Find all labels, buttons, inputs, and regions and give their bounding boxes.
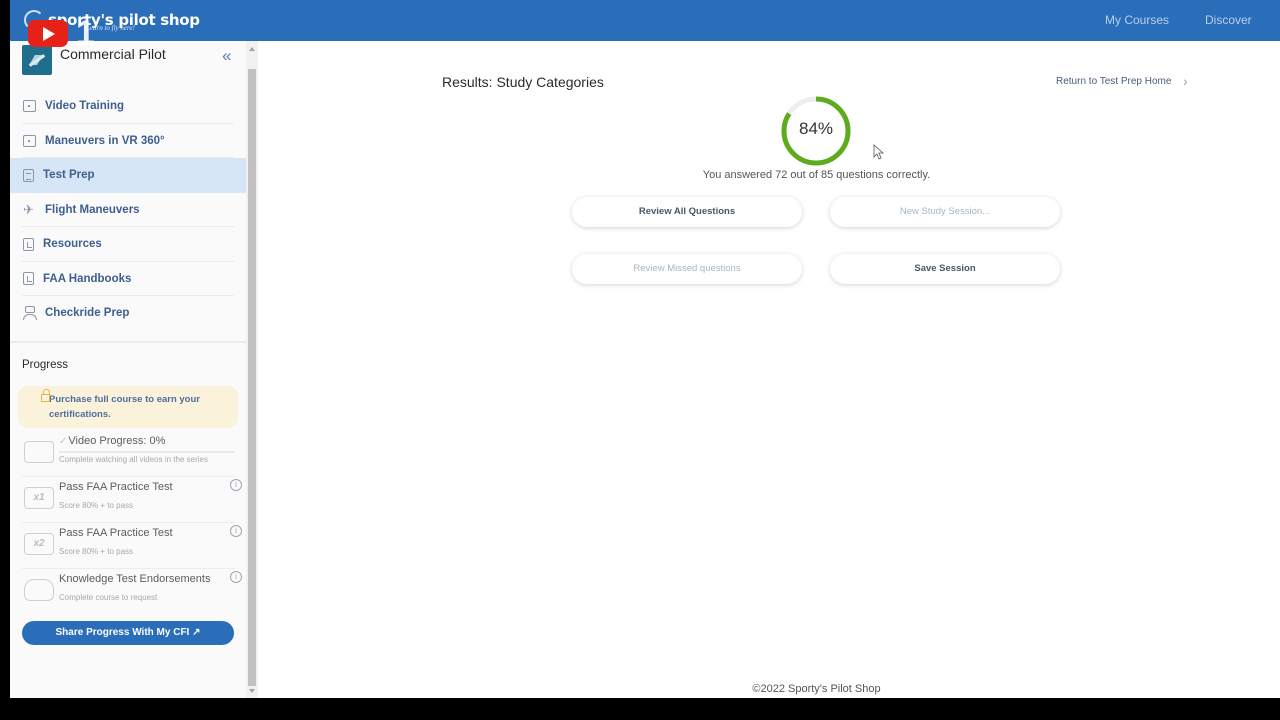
wings-badge-icon <box>24 579 54 601</box>
sidebar-item-flight-maneuvers[interactable]: ✈ Flight Maneuvers <box>10 193 246 227</box>
video-progress-icon <box>24 441 54 463</box>
progress-row-endorsements: Knowledge Test Endorsements Complete cou… <box>22 569 242 615</box>
sidebar: Commercial Pilot « Video Training Maneuv… <box>10 41 246 698</box>
notice-line-2: certifications. <box>49 409 111 420</box>
x1-badge-icon: x1 <box>24 487 54 509</box>
progress-title: Video Progress: 0% <box>68 435 166 447</box>
progress-row-video: ✓Video Progress: 0% Complete watching al… <box>22 431 236 477</box>
scroll-down-arrow-icon[interactable] <box>249 689 255 693</box>
nav-discover[interactable]: Discover <box>1205 13 1252 27</box>
sidebar-item-label: Checkride Prep <box>45 307 130 320</box>
airplane-icon: ✈ <box>23 201 34 217</box>
sidebar-scrollbar[interactable] <box>246 41 258 698</box>
x2-badge-icon: x2 <box>24 533 54 555</box>
progress-title: Knowledge Test Endorsements <box>59 573 211 585</box>
sidebar-item-resources[interactable]: Resources <box>10 227 246 262</box>
play-box-icon <box>23 134 36 147</box>
sidebar-item-test-prep[interactable]: Test Prep <box>10 158 246 193</box>
pdf-icon <box>23 237 34 251</box>
sidebar-menu: Video Training Maneuvers in VR 360° Test… <box>10 89 246 331</box>
sidebar-item-label: Maneuvers in VR 360° <box>45 134 165 147</box>
pdf-icon <box>23 272 34 286</box>
score-percent: 84% <box>798 119 834 138</box>
progress-title: Pass FAA Practice Test <box>59 481 173 493</box>
course-thumbnail <box>22 45 52 75</box>
footer-copyright: ©2022 Sporty's Pilot Shop <box>752 683 881 695</box>
chevron-right-icon[interactable]: › <box>1183 73 1188 89</box>
progress-title: Pass FAA Practice Test <box>59 527 173 539</box>
course-header: Commercial Pilot « <box>22 45 242 79</box>
sidebar-item-label: Resources <box>43 238 102 251</box>
sidebar-item-video-training[interactable]: Video Training <box>10 89 246 124</box>
progress-subtitle: Score 80% + to pass <box>59 501 134 510</box>
progress-row-practice-test-2: x2 Pass FAA Practice Test Score 80% + to… <box>22 523 242 569</box>
scroll-up-arrow-icon[interactable] <box>249 47 255 51</box>
progress-row-practice-test-1: x1 Pass FAA Practice Test Score 80% + to… <box>22 477 242 523</box>
video-frame: sporty's pilot shop Learn to fly here! M… <box>0 0 1280 720</box>
save-session-button[interactable]: Save Session <box>830 254 1060 284</box>
info-icon[interactable]: i <box>230 479 242 491</box>
mouse-cursor-icon <box>873 144 885 160</box>
lock-icon <box>41 389 50 402</box>
page-title: Results: Study Categories <box>442 74 604 90</box>
purchase-notice: Purchase full course to earn your certif… <box>18 386 238 428</box>
sidebar-item-label: Test Prep <box>43 169 95 182</box>
scrollbar-thumb[interactable] <box>248 69 256 686</box>
sidebar-item-checkride-prep[interactable]: Checkride Prep <box>10 296 246 331</box>
play-box-icon <box>23 100 36 113</box>
app-page: sporty's pilot shop Learn to fly here! M… <box>10 0 1280 698</box>
progress-subtitle: Complete watching all videos in the seri… <box>59 455 208 464</box>
nav-my-courses[interactable]: My Courses <box>1105 13 1169 27</box>
top-nav-bar: sporty's pilot shop Learn to fly here! M… <box>10 0 1280 41</box>
section-divider <box>10 341 246 343</box>
progress-subtitle: Score 80% + to pass <box>59 547 134 556</box>
review-all-questions-button[interactable]: Review All Questions <box>572 197 802 227</box>
overlay-number: 1 <box>76 14 95 52</box>
youtube-play-icon[interactable] <box>28 20 68 47</box>
info-icon[interactable]: i <box>230 571 242 583</box>
video-progress-bar <box>59 451 235 453</box>
return-to-test-prep-link[interactable]: Return to Test Prep Home <box>1056 76 1171 87</box>
sidebar-item-faa-handbooks[interactable]: FAA Handbooks <box>10 262 246 296</box>
sidebar-item-maneuvers-vr[interactable]: Maneuvers in VR 360° <box>10 124 246 158</box>
document-icon <box>23 168 34 182</box>
info-icon[interactable]: i <box>230 525 242 537</box>
collapse-sidebar-icon[interactable]: « <box>222 46 231 66</box>
score-summary: You answered 72 out of 85 questions corr… <box>702 169 931 181</box>
new-study-session-button[interactable]: New Study Session... <box>830 197 1060 227</box>
review-missed-questions-button[interactable]: Review Missed questions <box>572 254 802 284</box>
sidebar-item-label: Video Training <box>45 100 125 113</box>
progress-heading: Progress <box>22 359 69 371</box>
check-icon: ✓ <box>59 436 68 447</box>
pilot-icon <box>23 306 37 321</box>
progress-subtitle: Complete course to request <box>59 593 158 602</box>
sidebar-item-label: FAA Handbooks <box>43 272 132 285</box>
notice-line-1: Purchase full course to earn your <box>49 394 200 405</box>
share-progress-button[interactable]: Share Progress With My CFI ↗ <box>22 621 234 645</box>
sidebar-item-label: Flight Maneuvers <box>45 203 140 216</box>
